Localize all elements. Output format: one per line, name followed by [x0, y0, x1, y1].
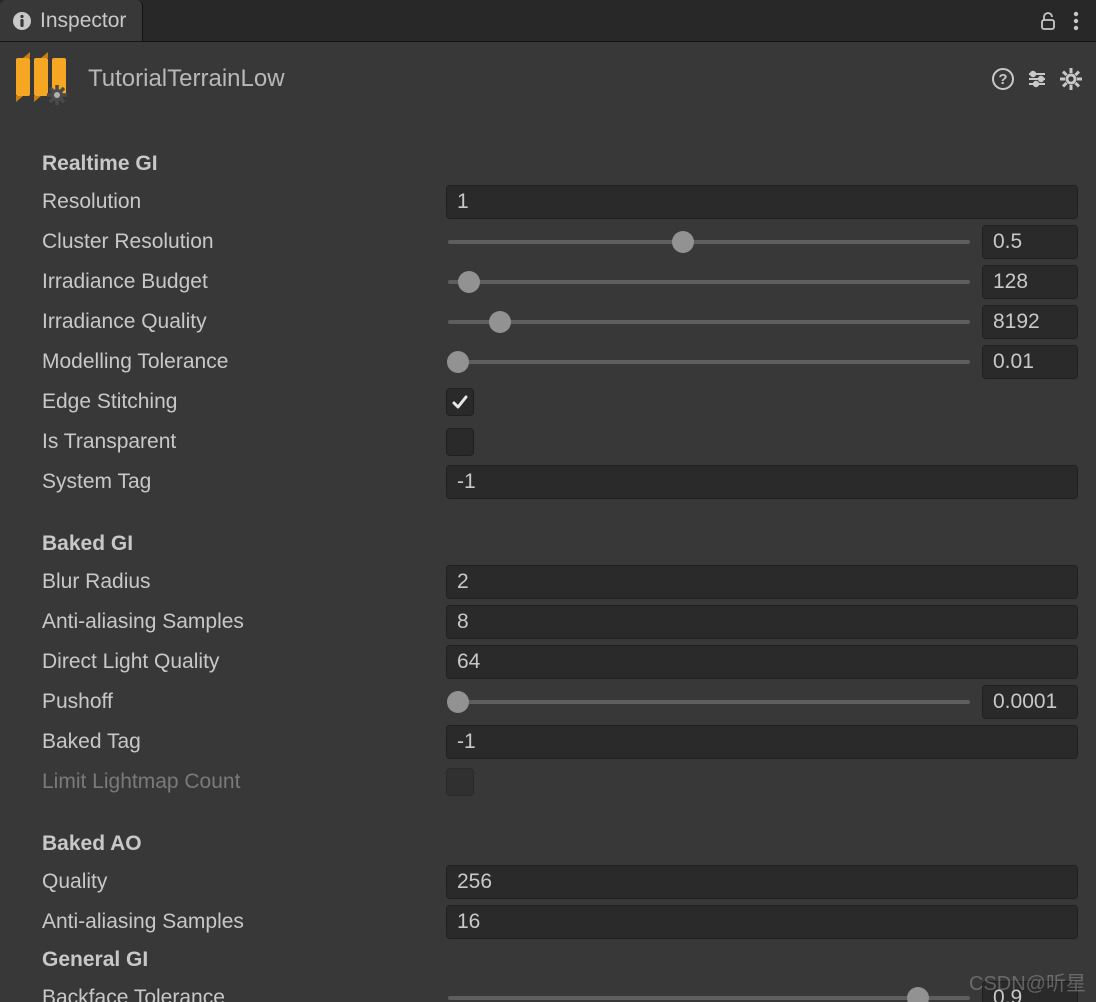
aa-samples-gi-field[interactable] — [446, 605, 1078, 639]
modelling-tolerance-value[interactable] — [982, 345, 1078, 379]
label-irradiance-quality: Irradiance Quality — [42, 310, 446, 334]
label-limit-lightmap-count: Limit Lightmap Count — [42, 770, 446, 794]
cluster-resolution-slider[interactable] — [446, 240, 972, 244]
cluster-resolution-value[interactable] — [982, 225, 1078, 259]
pushoff-slider[interactable] — [446, 700, 972, 704]
label-is-transparent: Is Transparent — [42, 430, 446, 454]
asset-header: TutorialTerrainLow ? — [0, 42, 1096, 136]
label-aa-samples-gi: Anti-aliasing Samples — [42, 610, 446, 634]
section-realtime-gi: Realtime GI — [42, 146, 1078, 182]
blur-radius-field[interactable] — [446, 565, 1078, 599]
direct-light-quality-field[interactable] — [446, 645, 1078, 679]
help-icon[interactable]: ? — [992, 68, 1014, 90]
asset-name: TutorialTerrainLow — [88, 65, 972, 93]
ao-quality-field[interactable] — [446, 865, 1078, 899]
baked-tag-field[interactable] — [446, 725, 1078, 759]
label-ao-quality: Quality — [42, 870, 446, 894]
label-direct-light-quality: Direct Light Quality — [42, 650, 446, 674]
label-backface-tolerance: Backface Tolerance — [42, 986, 446, 1002]
label-aa-samples-ao: Anti-aliasing Samples — [42, 910, 446, 934]
modelling-tolerance-slider[interactable] — [446, 360, 972, 364]
label-modelling-tolerance: Modelling Tolerance — [42, 350, 446, 374]
irradiance-quality-value[interactable] — [982, 305, 1078, 339]
resolution-field[interactable] — [446, 185, 1078, 219]
edge-stitching-checkbox[interactable] — [446, 388, 474, 416]
is-transparent-checkbox[interactable] — [446, 428, 474, 456]
section-baked-gi: Baked GI — [42, 526, 1078, 562]
irradiance-budget-value[interactable] — [982, 265, 1078, 299]
label-cluster-resolution: Cluster Resolution — [42, 230, 446, 254]
svg-text:?: ? — [998, 71, 1007, 88]
limit-lightmap-count-checkbox — [446, 768, 474, 796]
irradiance-budget-slider[interactable] — [446, 280, 972, 284]
label-baked-tag: Baked Tag — [42, 730, 446, 754]
inspector-tab[interactable]: Inspector — [0, 0, 143, 41]
presets-icon[interactable] — [1026, 68, 1048, 90]
label-system-tag: System Tag — [42, 470, 446, 494]
info-icon — [12, 11, 32, 31]
lightmap-parameters-icon — [14, 52, 68, 106]
label-irradiance-budget: Irradiance Budget — [42, 270, 446, 294]
label-pushoff: Pushoff — [42, 690, 446, 714]
gear-icon[interactable] — [1060, 68, 1082, 90]
section-general-gi: General GI — [42, 942, 1078, 978]
lock-icon[interactable] — [1038, 11, 1058, 31]
pushoff-value[interactable] — [982, 685, 1078, 719]
backface-tolerance-slider[interactable] — [446, 996, 972, 1000]
system-tag-field[interactable] — [446, 465, 1078, 499]
label-blur-radius: Blur Radius — [42, 570, 446, 594]
kebab-menu-icon[interactable] — [1072, 10, 1080, 32]
label-edge-stitching: Edge Stitching — [42, 390, 446, 414]
tab-title: Inspector — [40, 9, 126, 33]
label-resolution: Resolution — [42, 190, 446, 214]
section-baked-ao: Baked AO — [42, 826, 1078, 862]
tab-bar: Inspector — [0, 0, 1096, 42]
aa-samples-ao-field[interactable] — [446, 905, 1078, 939]
irradiance-quality-slider[interactable] — [446, 320, 972, 324]
backface-tolerance-value[interactable] — [982, 981, 1078, 1002]
